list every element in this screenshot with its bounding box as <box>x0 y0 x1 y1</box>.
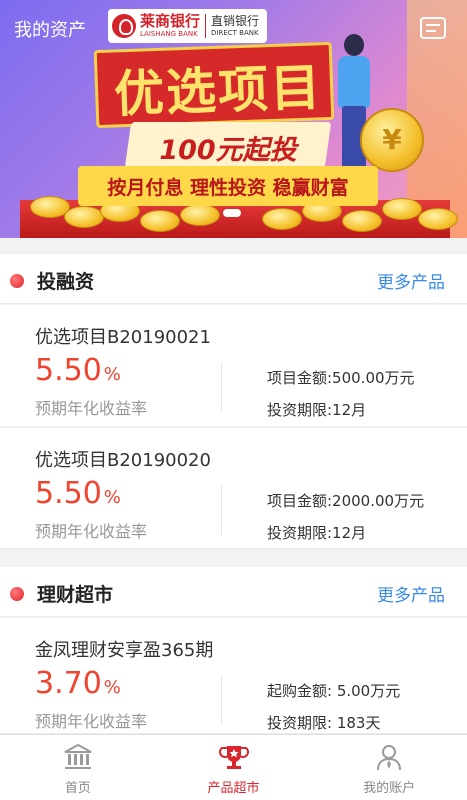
bank-name-en: LAISHANG BANK <box>140 30 198 38</box>
section-title: 理财超市 <box>37 584 114 606</box>
coin-stack-icon <box>418 208 458 230</box>
coin-stack-icon <box>262 208 302 230</box>
product-rate: 5.50% <box>35 353 121 388</box>
project-amount: 项目金额:500.00万元 <box>267 369 415 387</box>
banner-slogan: 按月付息 理性投资 稳赢财富 <box>107 177 349 199</box>
bank-logo: 莱商银行 LAISHANG BANK 直销银行 DIRECT BANK <box>108 9 268 43</box>
carousel-dot-active[interactable] <box>223 209 241 217</box>
product-name: 金凤理财安享盈365期 <box>35 640 214 661</box>
more-products-link[interactable]: 更多产品 <box>377 581 445 606</box>
investment-term: 投资期限:12月 <box>267 401 367 419</box>
tab-label: 我的账户 <box>363 781 416 796</box>
investment-term: 投资期限:12月 <box>267 524 367 542</box>
banner-subline: 100元起投 <box>159 135 297 166</box>
rate-label: 预期年化收益率 <box>35 712 148 731</box>
user-profile-icon <box>377 745 402 771</box>
product-name: 优选项目B20190021 <box>35 327 211 348</box>
message-menu-icon[interactable] <box>420 17 446 39</box>
rate-value: 3.70 <box>35 666 102 701</box>
page-title: 我的资产 <box>14 20 86 41</box>
coin-stack-icon <box>382 198 422 220</box>
section-title: 投融资 <box>37 271 95 293</box>
tab-home[interactable]: 首页 <box>0 735 156 800</box>
rate-unit: % <box>103 677 121 698</box>
more-products-link[interactable]: 更多产品 <box>377 268 445 293</box>
trophy-icon <box>218 746 249 769</box>
banner-headline: 优选项目 <box>113 58 324 124</box>
coin-stack-icon <box>180 204 220 226</box>
tab-label: 产品超市 <box>207 781 260 796</box>
direct-bank-label-en: DIRECT BANK <box>211 29 259 37</box>
yuan-coin-icon: ¥ <box>360 108 424 172</box>
card-divider <box>221 675 222 725</box>
coin-stack-icon <box>342 210 382 232</box>
project-amount: 项目金额:2000.00万元 <box>267 492 425 510</box>
product-card[interactable]: 优选项目B20190020 5.50% 预期年化收益率 项目金额:2000.00… <box>0 428 467 549</box>
rate-value: 5.50 <box>35 353 102 388</box>
rate-unit: % <box>103 364 121 385</box>
rate-value: 5.50 <box>35 476 102 511</box>
rate-label: 预期年化收益率 <box>35 522 148 541</box>
logo-divider <box>205 14 207 38</box>
coin-stack-icon <box>64 206 104 228</box>
investment-term: 投资期限: 183天 <box>267 714 381 732</box>
bank-logo-icon <box>112 14 136 38</box>
section-header-wealth-market: 理财超市 更多产品 <box>0 567 467 617</box>
bank-building-icon <box>64 743 92 769</box>
direct-bank-label: 直销银行 <box>211 14 260 28</box>
product-card[interactable]: 优选项目B20190021 5.50% 预期年化收益率 项目金额:500.00万… <box>0 305 467 427</box>
carousel-indicator[interactable] <box>223 209 241 217</box>
card-divider <box>221 485 222 535</box>
rate-unit: % <box>103 487 121 508</box>
product-rate: 5.50% <box>35 476 121 511</box>
tab-product-market[interactable]: 产品超市 <box>156 735 312 800</box>
product-card[interactable]: 金凤理财安享盈365期 3.70% 预期年化收益率 起购金额: 5.00万元 投… <box>0 618 467 734</box>
rate-label: 预期年化收益率 <box>35 399 148 418</box>
product-rate: 3.70% <box>35 666 121 701</box>
coin-stack-icon <box>140 210 180 232</box>
bank-name: 莱商银行 <box>140 12 201 30</box>
section-dot-icon <box>10 272 32 288</box>
product-name: 优选项目B20190020 <box>35 450 211 471</box>
tab-label: 首页 <box>64 781 91 796</box>
bottom-tab-bar: 首页 产品超市 我的账户 <box>0 734 467 800</box>
tab-my-account[interactable]: 我的账户 <box>311 735 467 800</box>
min-purchase-amount: 起购金额: 5.00万元 <box>267 682 401 700</box>
section-dot-icon <box>10 585 32 601</box>
card-divider <box>221 362 222 412</box>
section-header-financing: 投融资 更多产品 <box>0 254 467 304</box>
